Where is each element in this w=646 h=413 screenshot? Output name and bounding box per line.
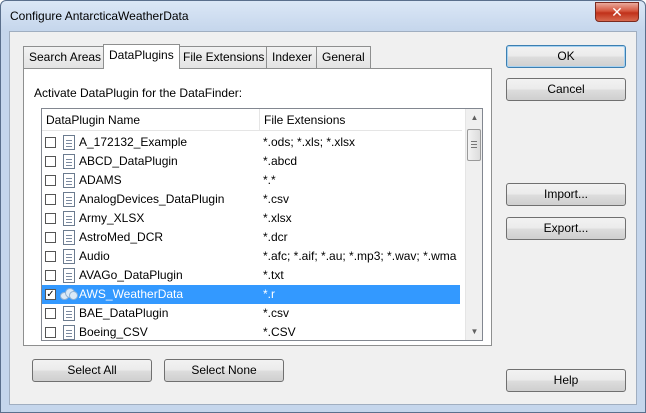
list-item[interactable]: Army_XLSX *.xlsx bbox=[42, 209, 460, 228]
plugin-extensions: *.ods; *.xls; *.xlsx bbox=[263, 135, 356, 149]
plugin-name: ADAMS bbox=[79, 173, 122, 187]
column-header-extensions[interactable]: File Extensions bbox=[260, 109, 462, 131]
plugin-name: Boeing_CSV bbox=[79, 325, 148, 339]
list-header: DataPlugin Name File Extensions bbox=[42, 109, 462, 131]
tab-file-extensions[interactable]: File Extensions bbox=[177, 46, 271, 68]
plugin-name: Army_XLSX bbox=[79, 211, 145, 225]
document-icon bbox=[63, 268, 75, 283]
tab-label: DataPlugins bbox=[109, 48, 174, 62]
enable-checkbox[interactable] bbox=[45, 156, 56, 167]
enable-checkbox[interactable] bbox=[45, 232, 56, 243]
scroll-up-icon: ▲ bbox=[470, 113, 479, 122]
enable-checkbox[interactable] bbox=[45, 327, 56, 338]
plugin-name: A_172132_Example bbox=[79, 135, 188, 149]
scroll-up-button[interactable]: ▲ bbox=[466, 109, 482, 126]
enable-checkbox[interactable] bbox=[45, 213, 56, 224]
plugin-extensions: *.abcd bbox=[263, 154, 298, 168]
list-item[interactable]: ADAMS *.* bbox=[42, 171, 460, 190]
column-header-name[interactable]: DataPlugin Name bbox=[42, 109, 260, 131]
enable-checkbox[interactable] bbox=[45, 251, 56, 262]
tab-general[interactable]: General bbox=[316, 46, 371, 68]
tab-label: Search Areas bbox=[29, 50, 102, 64]
dataplugin-list[interactable]: DataPlugin Name File Extensions A_172132… bbox=[41, 108, 483, 341]
document-icon bbox=[63, 306, 75, 321]
plugin-name: BAE_DataPlugin bbox=[79, 306, 169, 320]
plugin-extensions: *.dcr bbox=[263, 230, 288, 244]
cloud-icon bbox=[60, 288, 78, 300]
scrollbar-thumb[interactable] bbox=[467, 129, 481, 161]
list-item[interactable]: ✓ AWS_WeatherData *.r bbox=[42, 285, 460, 304]
list-item[interactable]: Boeing_CSV *.CSV bbox=[42, 323, 460, 340]
list-item[interactable]: AnalogDevices_DataPlugin *.csv bbox=[42, 190, 460, 209]
plugin-extensions: *.csv bbox=[263, 306, 290, 320]
enable-checkbox[interactable] bbox=[45, 194, 56, 205]
scroll-down-icon: ▼ bbox=[470, 327, 479, 336]
tab-dataplugins[interactable]: DataPlugins bbox=[103, 44, 180, 69]
plugin-name: AVAGo_DataPlugin bbox=[79, 268, 183, 282]
close-button[interactable]: ✕ bbox=[595, 2, 639, 22]
cancel-button[interactable]: Cancel bbox=[506, 78, 626, 101]
list-item[interactable]: A_172132_Example *.ods; *.xls; *.xlsx bbox=[42, 133, 460, 152]
plugin-extensions: *.* bbox=[263, 173, 276, 187]
title-bar[interactable]: Configure AntarcticaWeatherData ✕ bbox=[1, 1, 645, 31]
list-item[interactable]: AVAGo_DataPlugin *.txt bbox=[42, 266, 460, 285]
export-button[interactable]: Export... bbox=[506, 217, 626, 240]
document-icon bbox=[63, 135, 75, 150]
tab-label: File Extensions bbox=[183, 50, 265, 64]
plugin-extensions: *.txt bbox=[263, 268, 284, 282]
list-item[interactable]: AstroMed_DCR *.dcr bbox=[42, 228, 460, 247]
vertical-scrollbar[interactable]: ▲ ▼ bbox=[465, 109, 482, 340]
enable-checkbox[interactable] bbox=[45, 137, 56, 148]
tab-search-areas[interactable]: Search Areas bbox=[23, 46, 108, 68]
plugin-extensions: *.r bbox=[263, 287, 275, 301]
plugin-extensions: *.csv bbox=[263, 192, 290, 206]
list-item[interactable]: Audio *.afc; *.aif; *.au; *.mp3; *.wav; *… bbox=[42, 247, 460, 266]
plugin-name: AstroMed_DCR bbox=[79, 230, 164, 244]
dialog-client-area: Search Areas DataPlugins File Extensions… bbox=[9, 31, 637, 405]
enable-checkbox[interactable] bbox=[45, 270, 56, 281]
enable-checkbox[interactable] bbox=[45, 308, 56, 319]
document-icon bbox=[63, 154, 75, 169]
enable-checkbox[interactable] bbox=[45, 175, 56, 186]
enable-checkbox[interactable]: ✓ bbox=[45, 289, 56, 300]
dialog-window: Configure AntarcticaWeatherData ✕ Search… bbox=[0, 0, 646, 413]
document-icon bbox=[63, 211, 75, 226]
document-icon bbox=[63, 249, 75, 264]
tab-label: Indexer bbox=[272, 50, 313, 64]
plugin-extensions: *.xlsx bbox=[263, 211, 292, 225]
plugin-extensions: *.CSV bbox=[263, 325, 296, 339]
document-icon bbox=[63, 173, 75, 188]
document-icon bbox=[63, 230, 75, 245]
close-icon: ✕ bbox=[611, 3, 623, 20]
tab-indexer[interactable]: Indexer bbox=[266, 46, 319, 68]
list-item[interactable]: BAE_DataPlugin *.csv bbox=[42, 304, 460, 323]
help-button[interactable]: Help bbox=[506, 369, 626, 392]
list-item[interactable]: ABCD_DataPlugin *.abcd bbox=[42, 152, 460, 171]
select-none-button[interactable]: Select None bbox=[164, 359, 284, 382]
window-title: Configure AntarcticaWeatherData bbox=[10, 9, 189, 23]
ok-button[interactable]: OK bbox=[506, 45, 626, 68]
plugin-name: ABCD_DataPlugin bbox=[79, 154, 178, 168]
plugin-name: Audio bbox=[79, 249, 110, 263]
checkmark-icon: ✓ bbox=[46, 289, 55, 300]
plugin-name: AnalogDevices_DataPlugin bbox=[79, 192, 225, 206]
document-icon bbox=[63, 192, 75, 207]
dataplugins-panel: Activate DataPlugin for the DataFinder: … bbox=[23, 68, 492, 346]
tab-label: General bbox=[322, 50, 365, 64]
plugin-extensions: *.afc; *.aif; *.au; *.mp3; *.wav; *.wma bbox=[263, 249, 457, 263]
document-icon bbox=[63, 325, 75, 340]
select-all-button[interactable]: Select All bbox=[32, 359, 152, 382]
panel-instruction-label: Activate DataPlugin for the DataFinder: bbox=[34, 86, 243, 100]
import-button[interactable]: Import... bbox=[506, 183, 626, 206]
scroll-down-button[interactable]: ▼ bbox=[466, 323, 482, 340]
plugin-name: AWS_WeatherData bbox=[79, 287, 184, 301]
